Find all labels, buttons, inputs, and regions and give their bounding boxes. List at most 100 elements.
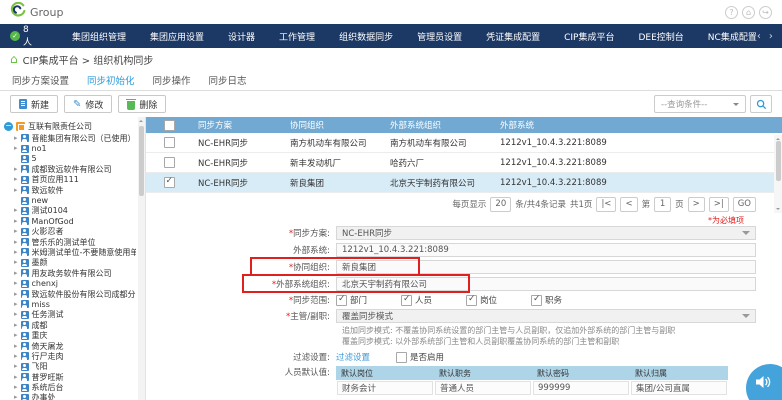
expander-icon[interactable] bbox=[14, 166, 18, 173]
nav-menu-item[interactable]: DEE控制台 bbox=[638, 30, 683, 43]
scroll-up-icon[interactable] bbox=[139, 118, 143, 122]
expander-icon[interactable] bbox=[14, 301, 18, 308]
expander-icon[interactable] bbox=[14, 207, 18, 214]
expander-icon[interactable] bbox=[14, 353, 18, 360]
expander-icon[interactable] bbox=[14, 280, 18, 287]
collapse-icon[interactable] bbox=[4, 122, 13, 131]
tree-item[interactable]: 成都致远软件有限公司 bbox=[4, 164, 136, 174]
column-header[interactable]: 外部系统组织 bbox=[384, 119, 494, 131]
expander-icon[interactable] bbox=[14, 218, 18, 225]
tree-item[interactable]: chenxj bbox=[4, 278, 136, 288]
tree-item[interactable]: 倚天屠龙 bbox=[4, 341, 136, 351]
expander-icon[interactable] bbox=[14, 176, 18, 183]
expander-icon[interactable] bbox=[14, 332, 18, 339]
table-row[interactable]: NC-EHR同步 新丰发动机厂 哈药六厂 1212v1_10.4.3.221:8… bbox=[146, 153, 782, 173]
table-scrollbar[interactable] bbox=[774, 135, 782, 213]
nav-menu-item[interactable]: 集团应用设置 bbox=[150, 30, 204, 43]
nav-menu-item[interactable]: 设计器 bbox=[228, 30, 255, 43]
tree-item[interactable]: 致远软件 bbox=[4, 185, 136, 195]
tree-item[interactable]: 飞阳 bbox=[4, 362, 136, 372]
tree-item[interactable]: 任务测试 bbox=[4, 310, 136, 320]
sync-plan-select[interactable]: NC-EHR同步 bbox=[336, 226, 756, 240]
manager-mode-select[interactable]: 覆盖同步模式 bbox=[336, 309, 756, 323]
table-row[interactable]: NC-EHR同步 新良集团 北京天宇制药有限公司 1212v1_10.4.3.2… bbox=[146, 173, 782, 193]
search-button[interactable] bbox=[750, 95, 772, 113]
expander-icon[interactable] bbox=[14, 374, 18, 381]
home-icon[interactable]: ⌂ bbox=[742, 6, 755, 19]
tree-item[interactable]: 管乐乐的测试单位 bbox=[4, 237, 136, 247]
tree-item[interactable]: 5 bbox=[4, 154, 136, 164]
user-count-badge[interactable]: ✓ 8人 bbox=[0, 25, 42, 48]
column-header[interactable]: 协同组织 bbox=[284, 119, 384, 131]
table-row[interactable]: NC-EHR同步 南方机动车有限公司 南方机动车有限公司 1212v1_10.4… bbox=[146, 133, 782, 153]
default-value-input[interactable]: 999999 bbox=[533, 381, 629, 395]
external-system-input[interactable]: 1212v1_10.4.3.221:8089 bbox=[336, 243, 756, 257]
expander-icon[interactable] bbox=[14, 363, 18, 370]
tree-item[interactable]: 普罗旺斯 bbox=[4, 372, 136, 382]
tree-item[interactable]: 行尸走肉 bbox=[4, 351, 136, 361]
help-icon[interactable]: ? bbox=[725, 6, 738, 19]
nav-menu-item[interactable]: NC集成配置 bbox=[708, 30, 757, 43]
column-header[interactable]: 外部系统 bbox=[494, 119, 664, 131]
tab[interactable]: 同步初始化 bbox=[87, 73, 135, 87]
tree-root-node[interactable]: 互联有限责任公司 bbox=[4, 120, 136, 133]
expander-icon[interactable] bbox=[14, 311, 18, 318]
nav-menu-item[interactable]: 凭证集成配置 bbox=[486, 30, 540, 43]
nav-scroll-right-icon[interactable]: › bbox=[769, 31, 773, 42]
go-button[interactable]: GO bbox=[733, 197, 756, 212]
scope-checkbox[interactable] bbox=[466, 295, 477, 306]
tab[interactable]: 同步方案设置 bbox=[12, 73, 69, 87]
new-button[interactable]: 新建 bbox=[10, 95, 58, 113]
expander-icon[interactable] bbox=[14, 135, 18, 142]
coop-org-input[interactable]: 新良集团 bbox=[336, 260, 756, 274]
expander-icon[interactable] bbox=[14, 145, 18, 152]
scope-checkbox[interactable] bbox=[531, 295, 542, 306]
tree-item[interactable]: 致远软件股份有限公司成都分公司se bbox=[4, 289, 136, 299]
table-scrollbar-thumb[interactable] bbox=[776, 141, 781, 181]
nav-menu-item[interactable]: 工作管理 bbox=[279, 30, 315, 43]
logo[interactable]: Group bbox=[10, 2, 64, 22]
breadcrumb-home-icon[interactable]: ⌂ bbox=[10, 53, 18, 65]
row-checkbox[interactable] bbox=[164, 177, 175, 188]
default-value-input[interactable]: 普通人员 bbox=[435, 381, 531, 395]
default-value-input[interactable]: 集团/公司直属 bbox=[631, 381, 727, 395]
scroll-down-icon[interactable] bbox=[776, 208, 780, 212]
expander-icon[interactable] bbox=[14, 322, 18, 329]
prev-page-button[interactable]: < bbox=[620, 197, 637, 212]
expander-icon[interactable] bbox=[14, 259, 18, 266]
tree-item[interactable]: 测试0104 bbox=[4, 206, 136, 216]
tree-item[interactable]: 米姆测试单位-不要随意使用单位下 bbox=[4, 247, 136, 257]
expander-icon[interactable] bbox=[14, 270, 18, 277]
expander-icon[interactable] bbox=[14, 228, 18, 235]
filter-settings-link[interactable]: 过滤设置 bbox=[336, 351, 370, 363]
filter-enable-checkbox[interactable] bbox=[396, 352, 407, 363]
expander-icon[interactable] bbox=[14, 343, 18, 350]
tree-item[interactable]: ManOfGod bbox=[4, 216, 136, 226]
tree-item[interactable]: 首页应用111 bbox=[4, 175, 136, 185]
first-page-button[interactable]: |< bbox=[596, 197, 616, 212]
tree-item[interactable]: 用友政务软件有限公司 bbox=[4, 268, 136, 278]
expander-icon[interactable] bbox=[14, 384, 18, 391]
column-header[interactable]: 同步方案 bbox=[192, 119, 284, 131]
tree-item[interactable]: 成都 bbox=[4, 320, 136, 330]
tree-item[interactable]: 重庆 bbox=[4, 330, 136, 340]
row-checkbox[interactable] bbox=[164, 137, 175, 148]
tree-item[interactable]: 火影忍者 bbox=[4, 227, 136, 237]
expander-icon[interactable] bbox=[14, 291, 18, 298]
expander-icon[interactable] bbox=[14, 249, 18, 256]
expander-icon[interactable] bbox=[14, 394, 18, 400]
tree-item[interactable]: no1 bbox=[4, 143, 136, 153]
tree-item[interactable]: miss bbox=[4, 299, 136, 309]
tree-item[interactable]: 系统后台 bbox=[4, 382, 136, 392]
logout-icon[interactable]: ↪ bbox=[759, 6, 772, 19]
nav-menu-item[interactable]: 组织数据同步 bbox=[339, 30, 393, 43]
tab[interactable]: 同步日志 bbox=[209, 73, 247, 87]
last-page-button[interactable]: >| bbox=[709, 197, 729, 212]
nav-menu-item[interactable]: CIP集成平台 bbox=[564, 30, 614, 43]
query-condition-select[interactable]: --查询条件-- bbox=[654, 95, 746, 113]
next-page-button[interactable]: > bbox=[688, 197, 705, 212]
row-checkbox[interactable] bbox=[164, 157, 175, 168]
nav-menu-item[interactable]: 管理员设置 bbox=[417, 30, 462, 43]
tree-item[interactable]: 办事处 bbox=[4, 393, 136, 400]
sidebar-scrollbar-thumb[interactable] bbox=[139, 126, 144, 196]
